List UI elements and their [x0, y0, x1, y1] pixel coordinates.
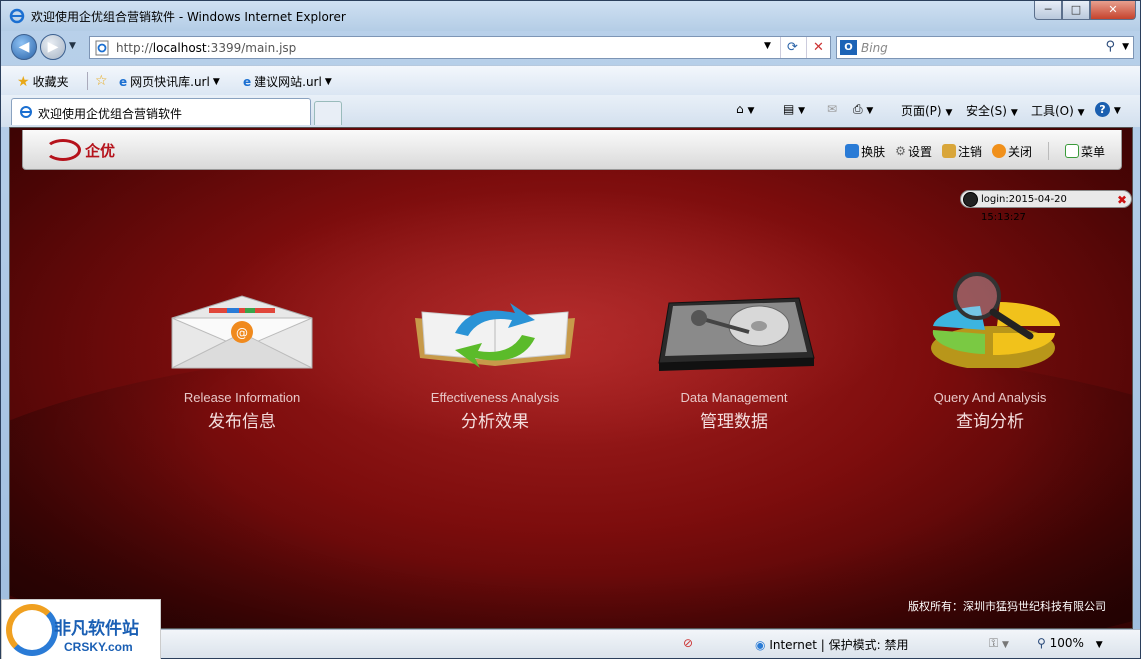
- add-favorite-button[interactable]: ☆: [95, 73, 108, 89]
- window-title: 欢迎使用企优组合营销软件 - Windows Internet Explorer: [31, 10, 346, 24]
- help-icon[interactable]: ? ▼: [1095, 102, 1121, 117]
- divider: [1047, 142, 1049, 160]
- app-header: 企优 换肤 ⚙ 设置 注销 关闭 菜单: [22, 130, 1122, 170]
- settings-button[interactable]: ⚙ 设置: [895, 143, 932, 160]
- module-label-en: Data Management: [680, 390, 788, 405]
- browser-window: 欢迎使用企优组合营销软件 - Windows Internet Explorer…: [0, 0, 1141, 659]
- module-label-en: Release Information: [183, 390, 301, 405]
- module-label-zh: 查询分析: [956, 412, 1024, 432]
- page-content: 企优 换肤 ⚙ 设置 注销 关闭 菜单 login:2015-04-20 15:…: [9, 127, 1133, 629]
- maximize-button[interactable]: □: [1062, 1, 1090, 20]
- safety-menu[interactable]: 安全(S) ▼: [966, 102, 1018, 119]
- gear-icon: ⚙: [895, 144, 906, 158]
- copyright-text: 版权所有：深圳市猛犸世纪科技有限公司: [908, 600, 1106, 613]
- login-status: login:2015-04-20 15:13:27 ✖: [960, 190, 1132, 223]
- address-dropdown-icon[interactable]: ▼: [764, 41, 771, 51]
- clock-icon: [963, 192, 978, 207]
- popup-blocker-icon[interactable]: ⊘: [683, 636, 693, 650]
- module-data-management[interactable]: Data Management 管理数据: [634, 288, 834, 432]
- chevron-down-icon: ▼: [324, 76, 332, 87]
- skin-button[interactable]: 换肤: [845, 143, 885, 160]
- menu-icon: [1064, 144, 1079, 158]
- zoom-level[interactable]: ⚲ 100% ▼: [1037, 636, 1103, 650]
- print-icon[interactable]: ⎙ ▼: [853, 102, 873, 117]
- shirt-icon: [845, 144, 860, 158]
- star-icon: ★: [17, 73, 30, 90]
- envelope-icon: @: [157, 288, 327, 378]
- module-effectiveness-analysis[interactable]: Effectiveness Analysis 分析效果: [395, 288, 595, 432]
- tab-row: 欢迎使用企优组合营销软件 ⌂ ▼ ▤ ▼ ✉ ⎙ ▼ 页面(P) ▼ 安全(S)…: [1, 95, 1140, 127]
- divider: [87, 72, 88, 90]
- page-menu[interactable]: 页面(P) ▼: [901, 102, 952, 119]
- watermark-logo-icon: [6, 604, 58, 656]
- add-favorite-icon: ☆: [95, 73, 108, 89]
- title-bar: 欢迎使用企优组合营销软件 - Windows Internet Explorer…: [1, 1, 1140, 31]
- favorites-bar: ★ 收藏夹 ☆ e 网页快讯库.url ▼ e 建议网站.url ▼: [1, 65, 1140, 95]
- forward-button[interactable]: ▶: [40, 34, 66, 60]
- page-icon: [20, 106, 32, 118]
- page-icon: [95, 40, 109, 56]
- chevron-down-icon: ▼: [1095, 640, 1103, 650]
- site-watermark: 非凡软件站 CRSKY.com: [1, 599, 161, 659]
- search-icon[interactable]: ⚲: [1105, 39, 1115, 54]
- home-icon[interactable]: ⌂ ▼: [736, 102, 754, 116]
- globe-icon: ◉: [755, 638, 766, 652]
- mail-icon[interactable]: ✉: [827, 102, 837, 116]
- close-login-icon[interactable]: ✖: [1117, 191, 1127, 209]
- ie-page-icon: e: [243, 74, 252, 89]
- recent-pages-dropdown-icon[interactable]: ▼: [69, 41, 76, 51]
- close-app-button[interactable]: 关闭: [991, 143, 1032, 160]
- protected-mode-icon[interactable]: ⚿ ▼: [989, 636, 1009, 651]
- module-query-and-analysis[interactable]: Query And Analysis 查询分析: [890, 272, 1090, 432]
- logo-mark-icon: [45, 139, 81, 161]
- address-bar[interactable]: http://localhost:3399/main.jsp ▼ ⟳ ✕: [89, 36, 831, 59]
- ie-page-icon: e: [119, 74, 128, 89]
- search-input[interactable]: Bing: [861, 41, 888, 55]
- search-box[interactable]: O Bing ⚲ ▼: [836, 36, 1134, 59]
- stop-icon[interactable]: ✕: [806, 37, 830, 58]
- new-tab-button[interactable]: [314, 101, 342, 125]
- lock-icon: [941, 144, 956, 158]
- close-window-button[interactable]: ✕: [1090, 1, 1136, 20]
- hard-drive-icon: [649, 288, 819, 378]
- module-release-information[interactable]: @ Release Information 发布信息: [142, 288, 342, 432]
- feeds-icon[interactable]: ▤ ▼: [783, 102, 805, 116]
- module-label-zh: 分析效果: [461, 412, 529, 432]
- favorite-link-1[interactable]: e 建议网站.url ▼: [243, 73, 332, 90]
- logout-button[interactable]: 注销: [941, 143, 982, 160]
- favorites-button[interactable]: ★ 收藏夹: [17, 73, 69, 90]
- minus-circle-icon: [991, 144, 1006, 158]
- back-button[interactable]: ◀: [11, 34, 37, 60]
- favorite-link-0[interactable]: e 网页快讯库.url ▼: [119, 73, 220, 90]
- status-bar: ⊘ ◉ Internet | 保护模式: 禁用 ⚿ ▼ ⚲ 100% ▼: [1, 629, 1140, 658]
- search-provider-icon[interactable]: O: [840, 40, 857, 55]
- zoom-icon: ⚲: [1037, 636, 1046, 650]
- module-label-zh: 发布信息: [208, 412, 276, 432]
- module-label-zh: 管理数据: [700, 412, 768, 432]
- refresh-book-icon: [410, 288, 580, 378]
- ie-logo-icon: [9, 8, 25, 24]
- logo: 企优: [45, 139, 115, 161]
- menu-button[interactable]: 菜单: [1064, 143, 1105, 160]
- module-label-en: Effectiveness Analysis: [430, 390, 560, 405]
- tab-main[interactable]: 欢迎使用企优组合营销软件: [11, 98, 311, 125]
- svg-text:@: @: [236, 326, 248, 340]
- minimize-button[interactable]: ─: [1034, 1, 1062, 20]
- status-zone[interactable]: ◉ Internet | 保护模式: 禁用: [755, 636, 909, 653]
- search-options-dropdown-icon[interactable]: ▼: [1122, 42, 1129, 52]
- address-url[interactable]: http://localhost:3399/main.jsp: [116, 41, 296, 55]
- chevron-down-icon: ▼: [212, 76, 220, 87]
- tools-menu[interactable]: 工具(O) ▼: [1031, 102, 1085, 119]
- refresh-icon[interactable]: ⟳: [780, 37, 804, 58]
- address-row: ◀ ▶ ▼ http://localhost:3399/main.jsp ▼ ⟳…: [1, 31, 1140, 65]
- pie-chart-magnifier-icon: [905, 272, 1075, 378]
- module-label-en: Query And Analysis: [933, 390, 1047, 405]
